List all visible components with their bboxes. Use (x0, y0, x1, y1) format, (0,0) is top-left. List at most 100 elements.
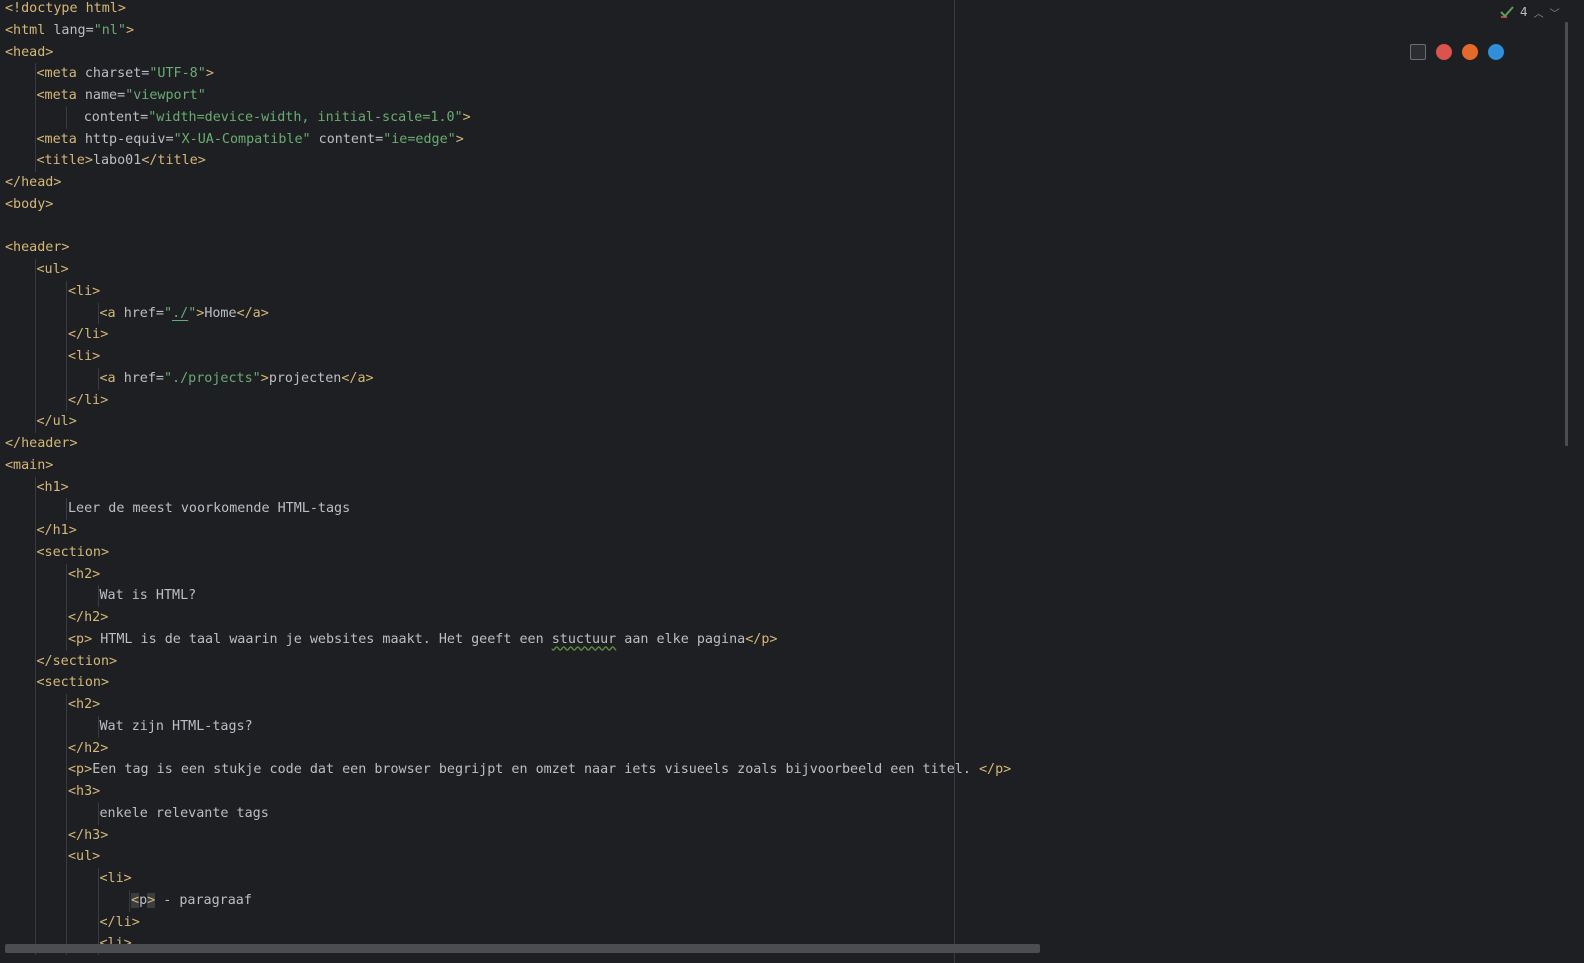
code-token: lang= (53, 22, 94, 38)
code-token: <h2> (68, 697, 101, 712)
code-line[interactable]: <header> (5, 237, 70, 259)
indent-guide (66, 628, 68, 651)
code-line[interactable]: <meta charset="UTF-8"> (37, 63, 214, 85)
code-line[interactable]: </li> (68, 324, 108, 346)
code-line[interactable]: <h3> (68, 781, 100, 803)
indent-guide (66, 106, 68, 129)
inspection-widget[interactable]: 4 ︿ ﹀ (1500, 3, 1560, 21)
code-line[interactable]: Wat zijn HTML-tags? (100, 716, 253, 738)
code-line[interactable]: </h2> (68, 738, 108, 760)
code-token: </li> (99, 914, 140, 930)
code-line[interactable]: <li> (68, 281, 100, 303)
code-line[interactable]: <meta http-equiv="X-UA-Compatible" conte… (37, 129, 464, 151)
vertical-scrollbar[interactable] (1565, 22, 1568, 446)
code-line[interactable]: <main> (5, 455, 53, 477)
code-line[interactable]: <h1> (37, 477, 69, 499)
indent-guide (97, 302, 99, 325)
code-line[interactable]: <a href="./">Home</a> (100, 303, 269, 325)
code-line[interactable]: <li> (68, 346, 100, 368)
code-line[interactable]: <meta name="viewport" (37, 85, 206, 107)
horizontal-scrollbar[interactable] (5, 944, 1040, 953)
code-token: <li> (68, 349, 101, 364)
indent-guide (97, 889, 99, 912)
code-token: <ul> (36, 262, 69, 277)
code-line[interactable]: <html lang="nl"> (5, 20, 134, 42)
code-token: ./ (172, 305, 189, 321)
code-line[interactable]: <p> HTML is de taal waarin je websites m… (68, 629, 777, 651)
code-line[interactable]: <li> (100, 868, 132, 890)
code-line[interactable]: <!doctype html> (5, 0, 126, 20)
code-line[interactable]: Wat is HTML? (100, 585, 197, 607)
indent-guide (66, 694, 68, 716)
code-line[interactable]: <p> - paragraaf (131, 890, 252, 912)
code-token: enkele relevante tags (99, 805, 269, 821)
indent-guide (66, 911, 68, 934)
code-token: <main> (5, 457, 54, 473)
check-warning-icon (1500, 6, 1514, 18)
code-line[interactable]: <ul> (68, 846, 100, 868)
indent-guide (34, 824, 36, 847)
code-line[interactable]: </section> (37, 651, 118, 673)
code-token: > (462, 109, 471, 125)
code-token: </p> (979, 762, 1012, 778)
indent-guide (34, 759, 36, 781)
code-token: > (205, 66, 214, 82)
code-token: <!doctype html> (5, 1, 126, 16)
indent-guide (34, 846, 36, 868)
code-line[interactable]: <head> (5, 42, 53, 64)
indent-guide (34, 715, 36, 738)
code-line[interactable]: </ul> (37, 411, 77, 433)
code-line[interactable]: <a href="./projects">projecten</a> (100, 368, 374, 390)
code-token: <head> (5, 44, 54, 60)
code-line[interactable]: </h2> (68, 607, 108, 629)
indent-guide (66, 302, 68, 325)
code-token: content= (83, 109, 149, 125)
code-token: <li> (99, 871, 132, 886)
code-token: </head> (5, 175, 62, 190)
code-line[interactable]: <h2> (68, 564, 100, 586)
code-token: "./projects" (164, 370, 261, 386)
code-line[interactable]: <ul> (37, 259, 69, 281)
code-line[interactable]: </h1> (37, 520, 77, 542)
code-token: <meta (36, 88, 85, 103)
code-editor[interactable]: <!doctype html> <html lang="nl"> <head> <me… (0, 0, 1566, 963)
code-line[interactable]: </li> (100, 912, 140, 934)
indent-guide (34, 737, 36, 760)
code-token: stuctuur (551, 631, 617, 647)
indent-guide (97, 715, 99, 738)
firefox-icon[interactable] (1462, 44, 1478, 60)
code-line[interactable]: </h3> (68, 825, 108, 847)
indent-guide (66, 715, 68, 738)
indent-guide (34, 302, 36, 325)
indent-guide (34, 150, 36, 172)
code-line[interactable]: Leer de meest voorkomende HTML-tags (68, 498, 350, 520)
phpstorm-icon[interactable] (1410, 44, 1426, 60)
indent-guide (66, 889, 68, 912)
code-line[interactable]: content="width=device-width, initial-sca… (84, 107, 471, 129)
code-line[interactable]: </header> (5, 433, 78, 455)
indent-guide (34, 585, 36, 607)
code-line[interactable]: </li> (68, 390, 108, 412)
previous-highlight-icon[interactable]: ︿ (1534, 5, 1544, 20)
code-line[interactable]: enkele relevante tags (100, 803, 269, 825)
indent-guide (97, 802, 99, 825)
indent-guide (129, 889, 131, 912)
edge-icon[interactable] (1488, 44, 1504, 60)
code-token: <ul> (68, 849, 101, 865)
code-token: > (455, 131, 464, 147)
indent-guide (34, 280, 36, 303)
indent-guide (34, 781, 36, 803)
indent-guide (34, 106, 36, 129)
code-line[interactable]: <section> (37, 672, 110, 694)
code-line[interactable]: <h2> (68, 694, 100, 716)
code-line[interactable]: </head> (5, 172, 61, 194)
code-line[interactable]: <section> (37, 542, 110, 564)
code-line[interactable]: <title>labo01</title> (37, 150, 206, 172)
code-token: <html (5, 22, 54, 38)
code-line[interactable]: <p>Een tag is een stukje code dat een br… (68, 759, 1011, 781)
chrome-icon[interactable] (1436, 44, 1452, 60)
indent-guide (66, 607, 68, 629)
next-highlight-icon[interactable]: ﹀ (1550, 5, 1560, 20)
code-token: </h1> (36, 523, 77, 538)
code-line[interactable]: <body> (5, 194, 53, 216)
